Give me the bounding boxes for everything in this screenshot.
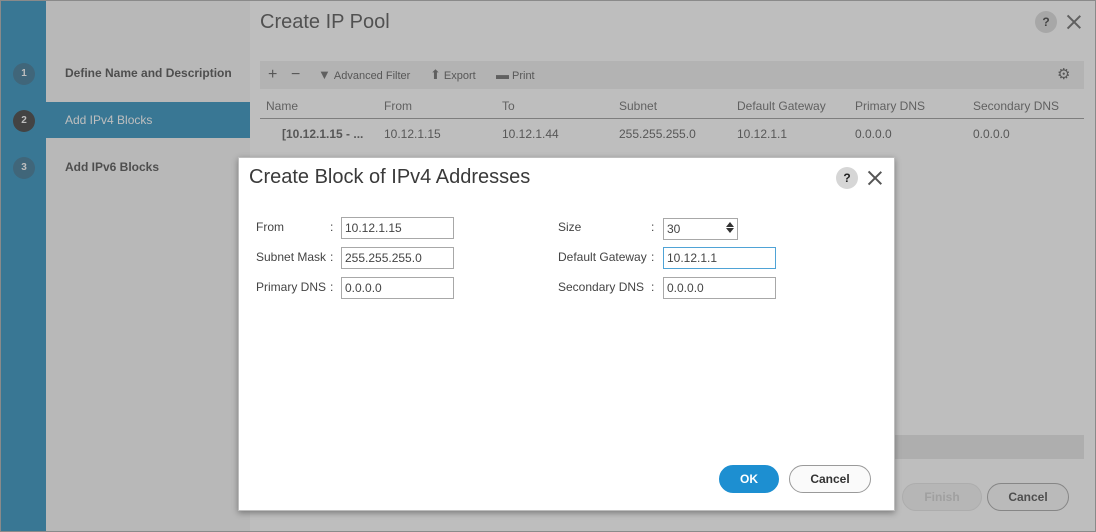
primary-dns-input[interactable]: 0.0.0.0 [341,277,454,299]
dialog-cancel-button[interactable]: Cancel [789,465,871,493]
subnet-mask-input[interactable]: 255.255.255.0 [341,247,454,269]
create-ipv4-block-dialog: Create Block of IPv4 Addresses ? From : … [238,157,895,511]
size-value: 30 [667,222,681,236]
dialog-help-icon[interactable]: ? [836,167,858,189]
secondary-dns-colon: : [651,280,655,294]
default-gateway-input[interactable]: 10.12.1.1 [663,247,776,269]
size-stepper[interactable]: 30 [663,218,738,240]
from-colon: : [330,220,334,234]
from-input[interactable]: 10.12.1.15 [341,217,454,239]
default-gateway-colon: : [651,250,655,264]
secondary-dns-input[interactable]: 0.0.0.0 [663,277,776,299]
primary-dns-colon: : [330,280,334,294]
subnet-mask-colon: : [330,250,334,264]
size-label: Size [558,220,582,234]
default-gateway-label: Default Gateway [558,250,647,264]
primary-dns-label: Primary DNS [256,280,327,294]
from-label: From [256,220,284,234]
spin-down-icon[interactable] [726,228,734,233]
dialog-title: Create Block of IPv4 Addresses [249,166,531,188]
size-colon: : [651,220,655,234]
size-spinner[interactable] [726,221,735,237]
subnet-mask-label: Subnet Mask [256,250,327,264]
spin-up-icon[interactable] [726,222,734,227]
ok-button[interactable]: OK [719,465,779,493]
secondary-dns-label: Secondary DNS [558,280,645,294]
dialog-close-icon[interactable] [866,169,884,187]
